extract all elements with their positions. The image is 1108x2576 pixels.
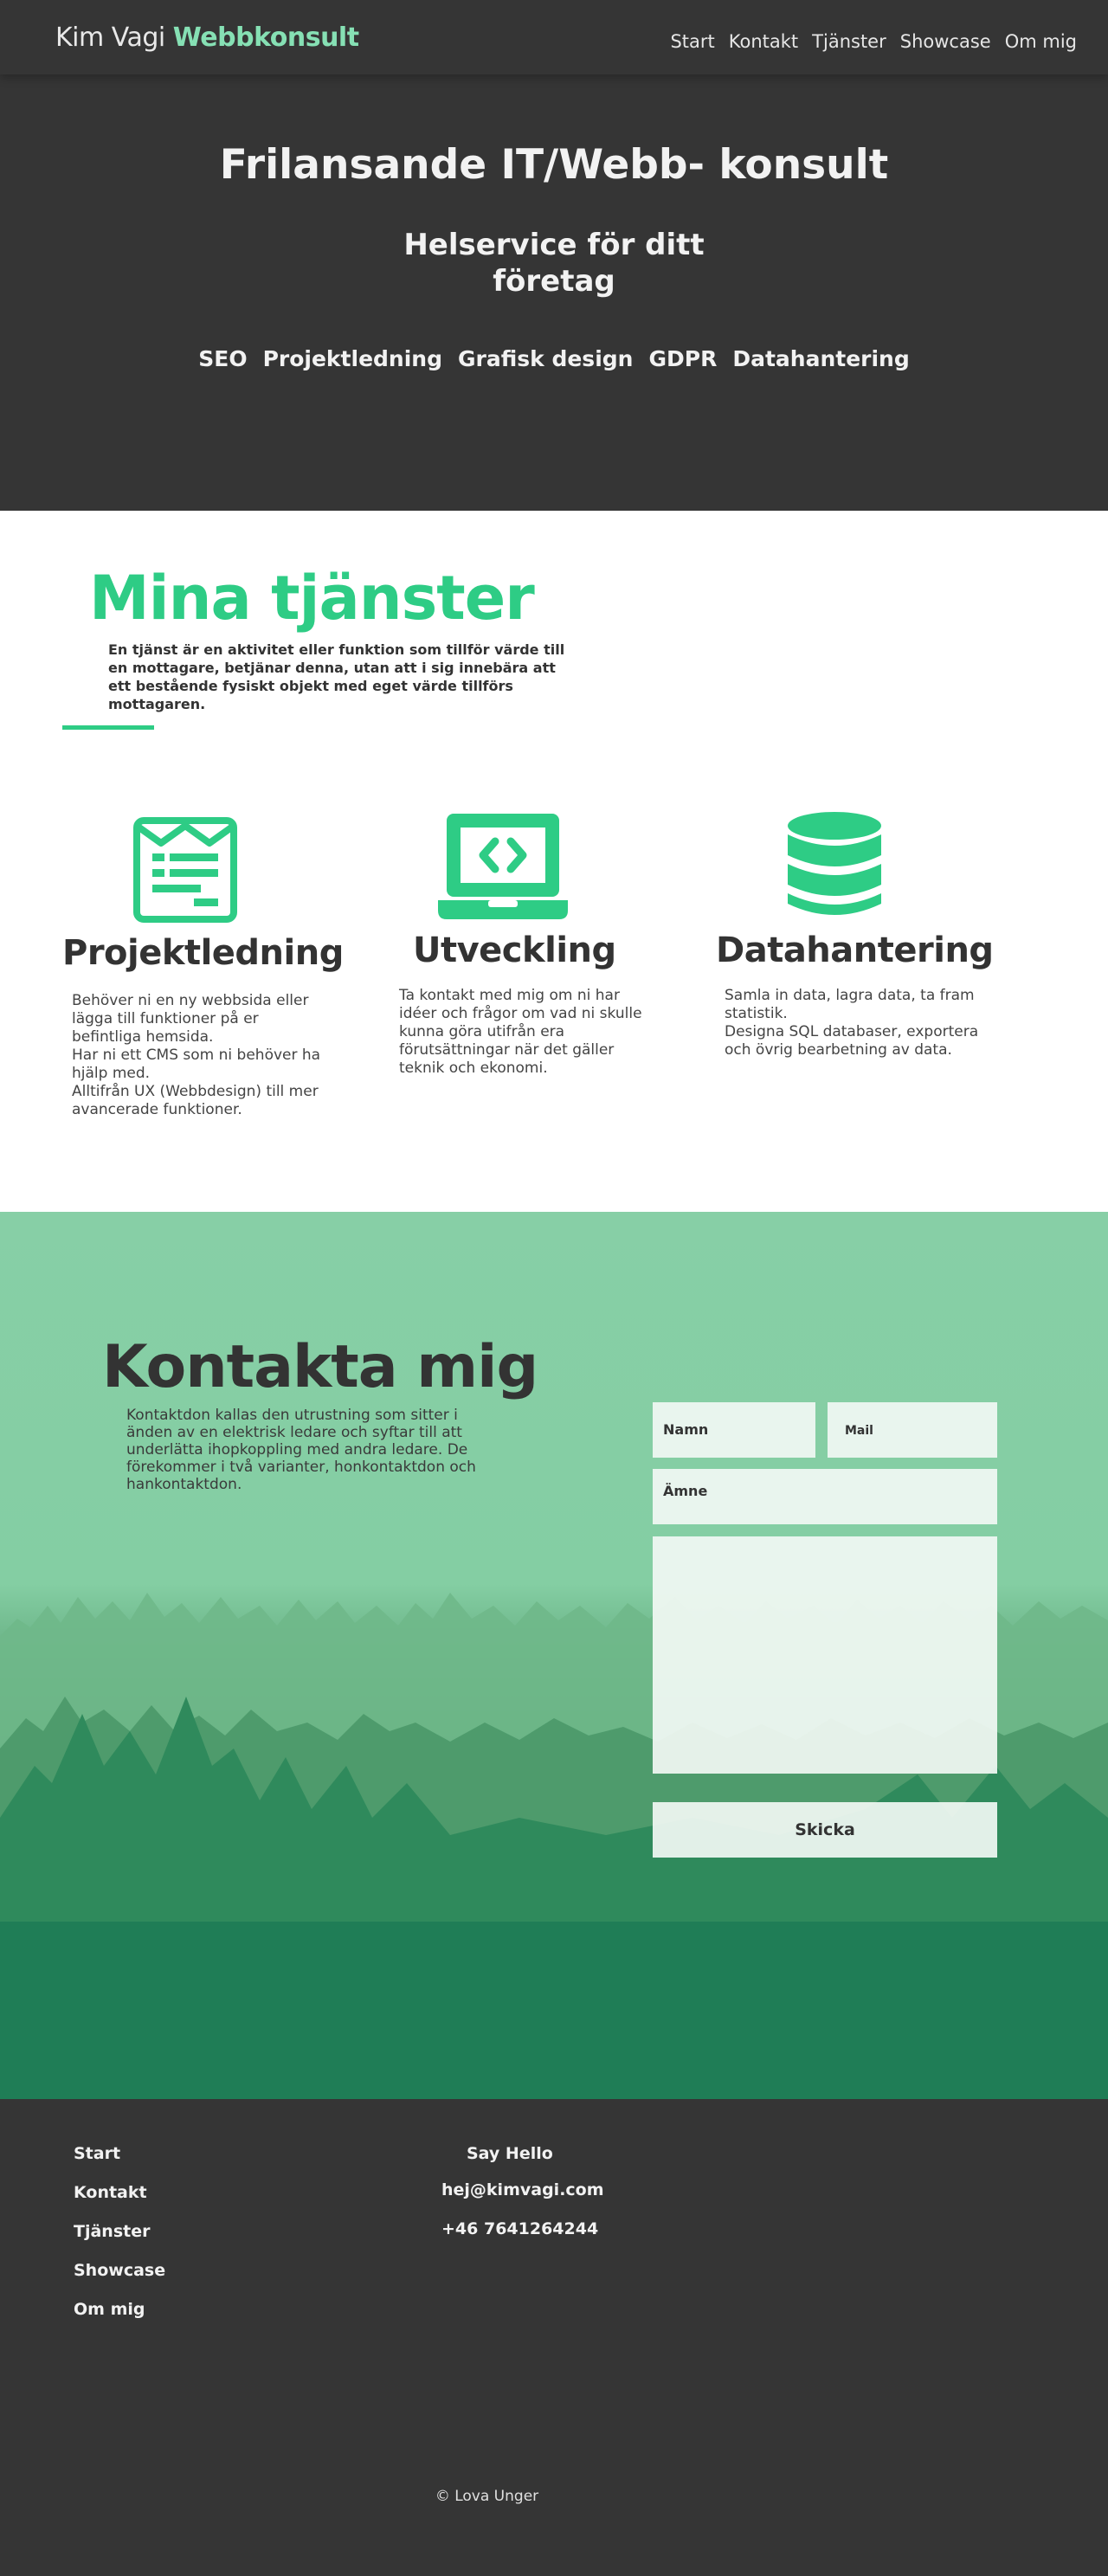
service-desc-utveckling: Ta kontakt med mig om ni har idéer och f… [399,987,642,1077]
nav-link-start[interactable]: Start [670,31,714,52]
contact-text: Kontaktdon kallas den utrustning som sit… [126,1407,476,1493]
hero-tag-gdpr: GDPR [648,346,718,371]
nav-links: Start Kontakt Tjänster Showcase Om mig [670,31,1077,52]
service-desc-datahantering: Samla in data, lagra data, ta fram stati… [725,987,979,1059]
hero-subtitle: Helservice för ditt företag [403,228,705,299]
contact-section: Kontakta mig Kontaktdon kallas den utrus… [0,1212,1108,2099]
copyright-text: © Lova Unger [435,2488,539,2505]
nav-link-om-mig[interactable]: Om mig [1005,31,1077,52]
services-intro: En tjänst är en aktivitet eller funktion… [108,641,565,712]
name-field-placeholder: Namn [663,1421,709,1438]
subject-field-placeholder: Ämne [663,1483,708,1499]
services-title: Mina tjänster [89,563,535,634]
footer-link-om-mig[interactable]: Om mig [74,2300,165,2339]
footer: Start Kontakt Tjänster Showcase Om mig S… [0,2099,1108,2576]
hero-tags: SEO Projektledning Grafisk design GDPR D… [0,346,1108,371]
footer-link-tjanster[interactable]: Tjänster [74,2222,165,2261]
newspaper-icon [133,817,237,923]
nav-link-tjanster[interactable]: Tjänster [812,31,886,52]
brand-accent: Webbkonsult [172,23,359,53]
services-section: Mina tjänster En tjänst är en aktivitet … [0,511,1108,1212]
mail-field-placeholder: Mail [845,1424,873,1438]
footer-link-kontakt[interactable]: Kontakt [74,2183,165,2222]
nav-link-showcase[interactable]: Showcase [900,31,991,52]
footer-link-showcase[interactable]: Showcase [74,2261,165,2300]
footer-phone[interactable]: +46 7641264244 [441,2219,598,2238]
hero-title: Frilansande IT/Webb- konsult [219,141,889,189]
hero-tag-datahantering: Datahantering [732,346,910,371]
nav-link-kontakt[interactable]: Kontakt [729,31,798,52]
brand-name: Kim Vagi [55,23,165,53]
hero-tag-grafisk-design: Grafisk design [458,346,634,371]
service-desc-projektledning: Behöver ni en ny webbsida eller lägga ti… [72,992,321,1118]
footer-links: Start Kontakt Tjänster Showcase Om mig [74,2144,165,2339]
service-name-datahantering: Datahantering [716,931,994,970]
database-icon [788,812,881,915]
footer-link-start[interactable]: Start [74,2144,165,2183]
hero-section: Frilansande IT/Webb- konsult Helservice … [0,0,1108,511]
contact-title: Kontakta mig [102,1333,538,1401]
laptop-code-icon [438,814,568,919]
top-navbar: Kim Vagi Webbkonsult Start Kontakt Tjäns… [0,0,1108,74]
hero-tag-projektledning: Projektledning [262,346,442,371]
hero-tag-seo: SEO [198,346,248,371]
service-name-utveckling: Utveckling [413,931,616,970]
services-divider [62,725,154,730]
send-button[interactable]: Skicka [653,1802,997,1858]
service-name-projektledning: Projektledning [62,933,344,973]
message-textarea[interactable] [653,1536,997,1774]
footer-email[interactable]: hej@kimvagi.com [441,2180,604,2199]
say-hello-heading: Say Hello [467,2144,553,2163]
brand-logo[interactable]: Kim Vagi Webbkonsult [55,23,359,53]
